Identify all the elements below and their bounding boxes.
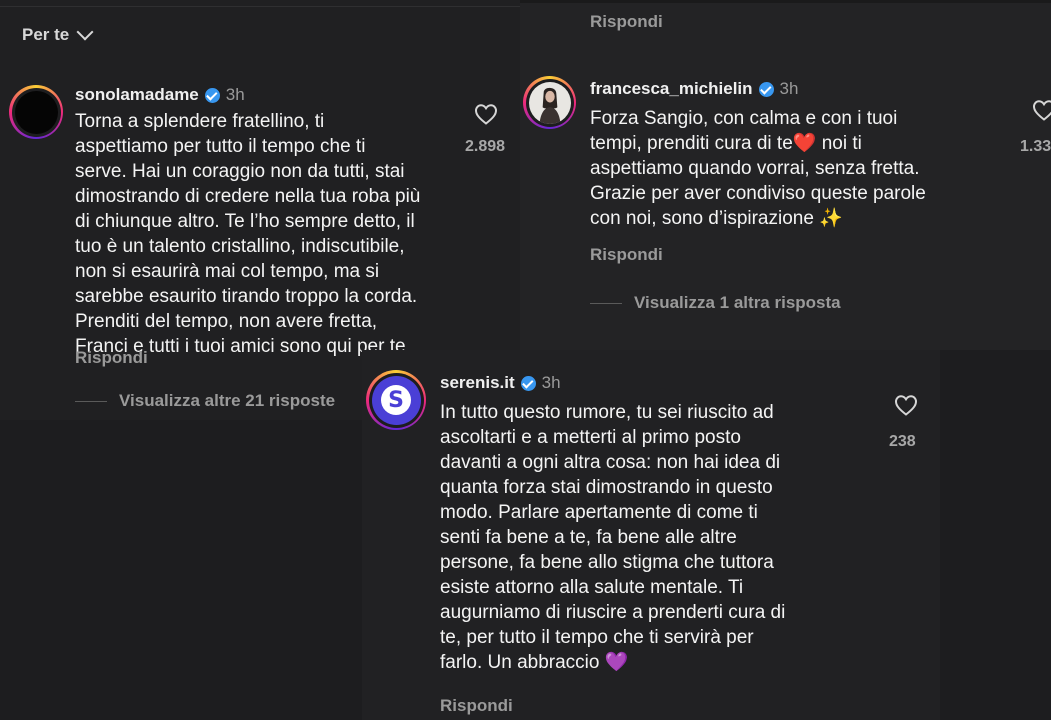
like-count: 238 [889, 433, 916, 450]
comment-text: In tutto questo rumore, tu sei riuscito … [440, 402, 786, 673]
view-replies-button[interactable]: Visualizza altre 21 risposte [75, 391, 335, 411]
divider [590, 302, 622, 304]
reply-button[interactable]: Rispondi [590, 245, 663, 265]
comment-header: francesca_michielin 3h [590, 79, 798, 99]
username[interactable]: serenis.it [440, 373, 515, 393]
profile-photo [528, 81, 571, 124]
like-count: 1.33 [1020, 138, 1051, 155]
avatar[interactable] [523, 76, 576, 129]
reply-button[interactable]: Rispondi [75, 348, 148, 368]
comment-text: Torna a splendere fratellino, ti aspetti… [75, 111, 421, 357]
verified-badge-icon [204, 87, 220, 103]
like-count: 2.898 [465, 138, 506, 155]
previous-reply-button[interactable]: Rispondi [590, 12, 663, 32]
comment-panel-francesca: Rispondi francesca_michielin 3h Forza Sa… [520, 0, 1051, 350]
comment-panel-serenis: S serenis.it 3h In tutto questo rumore, … [362, 350, 940, 720]
avatar[interactable]: S [366, 370, 426, 430]
comment-time: 3h [779, 79, 799, 98]
comment-header: serenis.it 3h [440, 373, 561, 393]
comment-time: 3h [541, 373, 561, 392]
avatar[interactable] [9, 85, 63, 139]
logo-letter: S [381, 385, 411, 415]
username[interactable]: sonolamadame [75, 85, 199, 105]
heart-icon[interactable] [1032, 99, 1051, 121]
sort-label: Per te [22, 25, 70, 44]
view-replies-button[interactable]: Visualizza 1 altra risposta [590, 293, 841, 313]
comment-header: sonolamadame 3h [75, 85, 245, 105]
divider [75, 400, 107, 402]
heart-icon[interactable] [894, 394, 918, 416]
view-replies-label: Visualizza altre 21 risposte [119, 391, 336, 410]
serenis-logo: S [371, 375, 421, 425]
verified-badge-icon [758, 81, 774, 97]
heart-icon[interactable] [474, 103, 498, 125]
comment-text: Forza Sangio, con calma e con i tuoi tem… [590, 108, 926, 229]
comment-time: 3h [225, 85, 245, 104]
sort-dropdown[interactable]: Per te [22, 23, 94, 45]
verified-badge-icon [520, 375, 536, 391]
username[interactable]: francesca_michielin [590, 79, 753, 99]
chevron-down-icon [76, 23, 94, 41]
reply-button[interactable]: Rispondi [440, 696, 513, 716]
view-replies-label: Visualizza 1 altra risposta [634, 293, 841, 312]
